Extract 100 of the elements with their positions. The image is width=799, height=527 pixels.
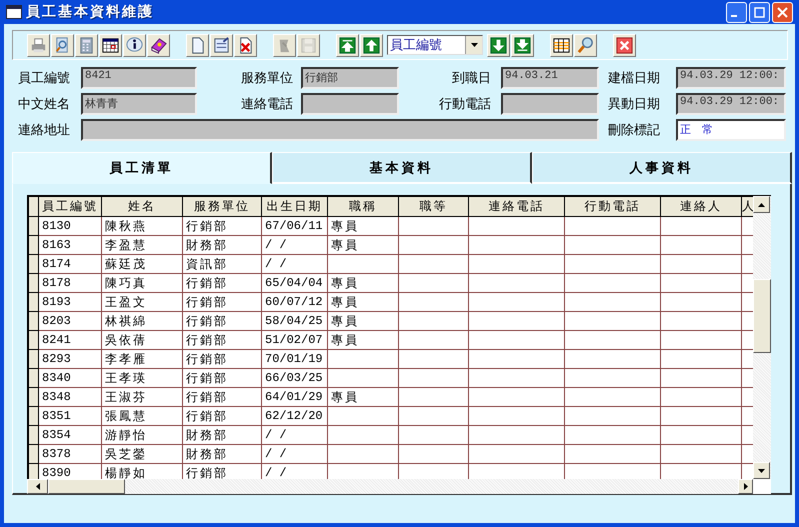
sort-dropdown[interactable]: 員工編號 — [387, 35, 483, 55]
maximize-button[interactable] — [749, 2, 770, 22]
table-cell: 8163 — [38, 236, 102, 254]
table-cell: 專員 — [328, 312, 398, 330]
column-header[interactable]: 姓名 — [102, 196, 182, 216]
vertical-scrollbar[interactable] — [753, 195, 771, 479]
window-title: 員工基本資料維護 — [26, 3, 154, 21]
previous-button[interactable] — [360, 34, 383, 56]
field-label: 刪除標記 — [607, 122, 661, 138]
table-cell: 51/02/07 — [262, 330, 328, 350]
scroll-right-icon — [744, 483, 748, 490]
table-cell: / / — [262, 254, 328, 274]
text-field[interactable]: 正 常 — [676, 118, 786, 140]
field-label: 行動電話 — [438, 96, 492, 112]
field-label: 連絡地址 — [18, 122, 71, 138]
scroll-left-icon — [36, 483, 40, 490]
dropdown-arrow-icon — [470, 43, 478, 47]
table-cell: 8130 — [38, 216, 102, 236]
edit-button[interactable] — [210, 34, 233, 56]
field-label: 中文姓名 — [18, 96, 71, 112]
table-cell: 8354 — [38, 426, 102, 444]
close-icon — [615, 36, 634, 54]
column-header[interactable]: 職稱 — [328, 196, 398, 216]
scrollbar-corner — [753, 479, 771, 494]
table-cell: 8193 — [38, 292, 102, 312]
table-cell: 64/01/29 — [262, 388, 328, 406]
preview-button[interactable] — [51, 34, 74, 56]
column-header[interactable]: 服務單位 — [182, 196, 262, 216]
table-cell: 65/04/04 — [262, 274, 328, 292]
table-cell: 行銷部 — [182, 406, 262, 426]
next-button[interactable] — [487, 34, 510, 56]
last-button[interactable] — [511, 34, 534, 56]
field-label: 建檔日期 — [607, 70, 661, 86]
info-button[interactable] — [123, 34, 146, 56]
tab[interactable]: 人事資料 — [532, 152, 792, 184]
table-cell: 專員 — [328, 236, 398, 254]
help-button[interactable] — [147, 34, 170, 56]
tab[interactable]: 基本資料 — [272, 152, 532, 184]
table-cell: 58/04/25 — [262, 312, 328, 330]
column-header[interactable]: 員工編號 — [38, 196, 102, 216]
search-button[interactable] — [574, 34, 597, 56]
minimize-icon — [731, 14, 737, 16]
column-header[interactable]: 連絡電話 — [468, 196, 564, 216]
table-cell: 李盈慧 — [102, 236, 182, 254]
calendar-icon — [101, 36, 120, 54]
table-cell: 8293 — [38, 350, 102, 368]
print-button[interactable] — [27, 34, 50, 56]
calculator-button[interactable] — [75, 34, 98, 56]
table-cell: 專員 — [328, 292, 398, 312]
table-cell: 66/03/25 — [262, 368, 328, 388]
first-button[interactable] — [336, 34, 359, 56]
field-label: 連絡電話 — [240, 96, 294, 112]
column-header[interactable]: 連絡人 — [660, 196, 742, 216]
table-cell: 行銷部 — [182, 330, 262, 350]
info-icon — [125, 36, 144, 54]
close-icon — [777, 6, 788, 18]
search-icon — [576, 36, 595, 54]
horizontal-scrollbar[interactable] — [27, 479, 753, 494]
table-cell: 林祺綿 — [102, 312, 182, 330]
column-header[interactable]: 職等 — [398, 196, 468, 216]
minimize-button[interactable] — [726, 2, 747, 22]
delete-button[interactable] — [234, 34, 257, 56]
table-cell: 8351 — [38, 406, 102, 426]
calendar-button[interactable] — [99, 34, 122, 56]
table-cell: / / — [262, 236, 328, 254]
table-cell: 專員 — [328, 330, 398, 350]
table-cell: 8340 — [38, 368, 102, 388]
column-header[interactable]: 出生日期 — [262, 196, 328, 216]
window-close-button[interactable] — [772, 2, 793, 22]
table-cell: 60/07/12 — [262, 292, 328, 312]
table-cell: 8174 — [38, 254, 102, 274]
book-icon — [149, 36, 168, 54]
table-cell: 67/06/11 — [262, 216, 328, 236]
grid-button[interactable] — [550, 34, 573, 56]
table-cell: 陳巧真 — [102, 274, 182, 292]
table-cell: 專員 — [328, 274, 398, 292]
scroll-thumb[interactable] — [48, 479, 125, 494]
table-cell: 行銷部 — [182, 274, 262, 292]
field-label: 員工編號 — [18, 70, 71, 86]
scroll-thumb[interactable] — [753, 279, 771, 353]
table-cell: 吳芝鎣 — [102, 444, 182, 464]
first-record-icon — [338, 36, 357, 54]
new-button[interactable] — [186, 34, 209, 56]
scroll-down-icon — [758, 468, 765, 472]
table-cell: 財務部 — [182, 426, 262, 444]
table-cell: 財務部 — [182, 444, 262, 464]
window-icon — [6, 5, 22, 19]
table-cell: 王淑芬 — [102, 388, 182, 406]
table-cell: 8241 — [38, 330, 102, 350]
table-cell: 8178 — [38, 274, 102, 292]
column-header[interactable]: 行動電話 — [564, 196, 660, 216]
field-label: 服務單位 — [240, 70, 294, 86]
table-cell: 游靜怡 — [102, 426, 182, 444]
tab[interactable]: 員工清單 — [12, 152, 272, 184]
table-cell: 資訊部 — [182, 254, 262, 274]
table-cell: 張鳳慧 — [102, 406, 182, 426]
close-button[interactable] — [613, 34, 636, 56]
grid-icon — [552, 36, 571, 54]
save-icon — [299, 36, 318, 54]
table-cell: / / — [262, 426, 328, 444]
